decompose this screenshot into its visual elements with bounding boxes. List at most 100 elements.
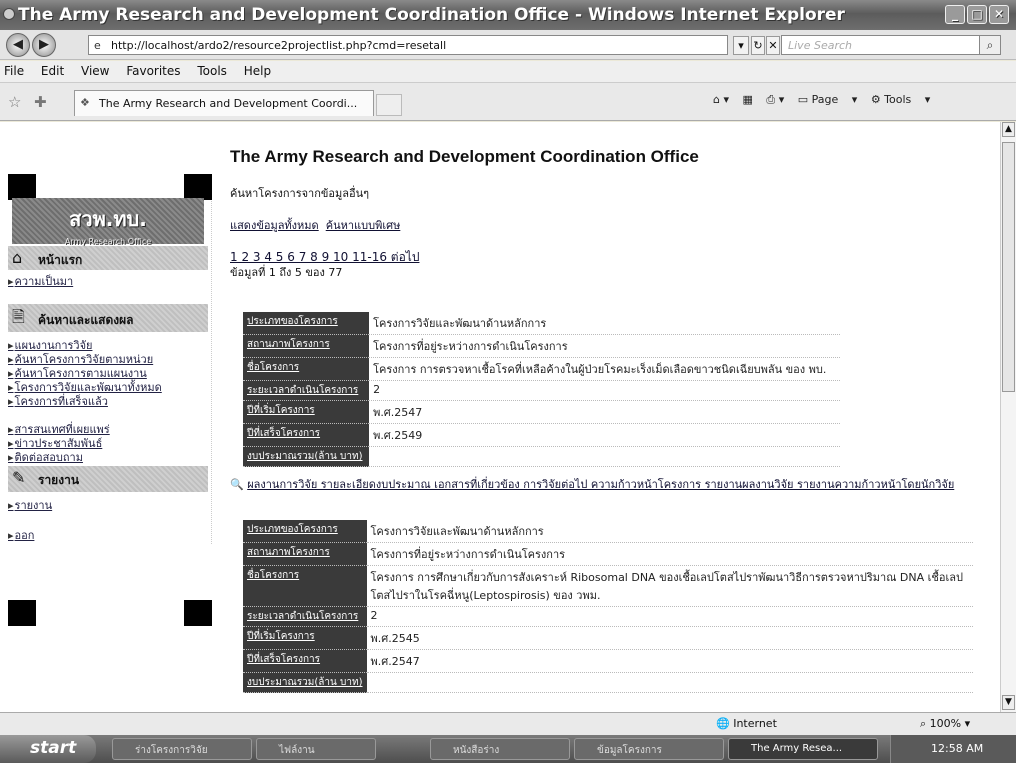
corner-decoration <box>184 174 212 200</box>
sidebar-report-section: ✎ รายงาน <box>8 466 208 492</box>
record-field-value: โครงการวิจัยและพัฒนาด้านหลักการ <box>369 312 840 335</box>
zoom-icon: ⌕ <box>920 717 927 730</box>
record-field-value: พ.ศ.2549 <box>369 423 840 447</box>
menu-bar: File Edit View Favorites Tools Help <box>0 61 1016 83</box>
sidebar-item-history[interactable]: ความเป็นมา <box>8 272 74 290</box>
sidebar-item-completed[interactable]: โครงการที่เสร็จแล้ว <box>8 392 108 410</box>
window-title: The Army Research and Development Coordi… <box>18 5 845 25</box>
menu-tools[interactable]: Tools <box>197 64 227 78</box>
record-field-label[interactable]: ระยะเวลาดำเนินโครงการ <box>243 380 370 401</box>
page-menu[interactable]: ▭ Page ▾ <box>798 93 858 106</box>
taskbar-item[interactable]: หนังสือร่าง <box>430 738 570 760</box>
report-section-icon: ✎ <box>12 468 26 487</box>
address-bar[interactable]: e http://localhost/ardo2/resource2projec… <box>88 35 728 55</box>
sidebar-item-contact[interactable]: ติดต่อสอบถาม <box>8 448 83 466</box>
project-record: ประเภทของโครงการ โครงการวิจัยและพัฒนาด้าน… <box>243 520 973 693</box>
record-field-row: งบประมาณรวม(ล้าน บาท) <box>243 672 973 693</box>
refresh-button[interactable]: ↻ <box>751 36 765 55</box>
record-field-label[interactable]: ระยะเวลาดำเนินโครงการ <box>243 606 367 627</box>
record-field-label[interactable]: ประเภทของโครงการ <box>243 312 370 335</box>
advanced-search-link[interactable]: ค้นหาแบบพิเศษ <box>326 219 401 232</box>
record-field-label[interactable]: ประเภทของโครงการ <box>243 520 367 543</box>
taskbar-item-active[interactable]: The Army Resea... <box>728 738 878 760</box>
taskbar-item[interactable]: ร่างโครงการวิจัย <box>112 738 252 760</box>
search-section-label: ค้นหาและแสดงผล <box>38 313 134 327</box>
record-field-row: สถานภาพโครงการ โครงการที่อยู่ระหว่างการดำ… <box>243 334 840 358</box>
home-icon[interactable]: ⌂ ▾ <box>713 93 729 106</box>
record-field-label[interactable]: ปีที่เสร็จโครงการ <box>243 423 370 447</box>
browser-window: The Army Research and Development Coordi… <box>0 0 1016 763</box>
menu-edit[interactable]: Edit <box>41 64 64 78</box>
zone-label: Internet <box>733 717 777 730</box>
menu-help[interactable]: Help <box>244 64 271 78</box>
tools-menu[interactable]: ⚙ Tools ▾ <box>871 93 931 106</box>
tab-row: ☆ ✚ ❖ The Army Research and Development … <box>0 83 1016 121</box>
taskbar-item[interactable]: ข้อมูลโครงการ <box>574 738 724 760</box>
search-icon[interactable]: ⌕ <box>979 35 1001 55</box>
record-action-links[interactable]: ผลงานการวิจัย รายละเอียดงบประมาณ เอกสารท… <box>247 478 954 491</box>
address-url: http://localhost/ardo2/resource2projectl… <box>111 39 447 52</box>
menu-view[interactable]: View <box>81 64 109 78</box>
system-tray: 12:58 AM <box>890 735 1016 763</box>
record-field-label[interactable]: ชื่อโครงการ <box>243 565 367 607</box>
record-field-row: ปีที่เสร็จโครงการ พ.ศ.2547 <box>243 649 973 673</box>
zoom-level: 100% <box>929 717 962 730</box>
tab-page-icon: ❖ <box>80 96 90 109</box>
record-field-label[interactable]: ชื่อโครงการ <box>243 357 370 381</box>
record-field-label[interactable]: ปีที่เริ่มโครงการ <box>243 626 367 650</box>
close-button[interactable]: ✕ <box>989 5 1009 24</box>
site-logo: สวพ.ทบ. Army Research Office <box>12 198 204 246</box>
corner-decoration <box>184 600 212 626</box>
record-field-value: 2 <box>366 606 973 627</box>
taskbar-item[interactable]: ไฟล์งาน <box>256 738 376 760</box>
page-menu-label: Page <box>811 93 839 106</box>
record-field-row: ระยะเวลาดำเนินโครงการ 2 <box>243 606 973 627</box>
record-field-value: โครงการวิจัยและพัฒนาด้านหลักการ <box>366 520 973 543</box>
record-field-row: สถานภาพโครงการ โครงการที่อยู่ระหว่างการดำ… <box>243 542 973 566</box>
scroll-thumb[interactable] <box>1002 142 1015 392</box>
page-title: The Army Research and Development Coordi… <box>230 147 699 166</box>
new-tab-button[interactable] <box>376 94 402 116</box>
record-field-label[interactable]: ปีที่เสร็จโครงการ <box>243 649 367 673</box>
command-bar: ⌂ ▾ ▦ ⎙ ▾ ▭ Page ▾ ⚙ Tools ▾ <box>713 93 940 107</box>
record-field-label[interactable]: งบประมาณรวม(ล้าน บาท) <box>243 446 370 467</box>
record-field-label[interactable]: งบประมาณรวม(ล้าน บาท) <box>243 672 367 693</box>
menu-file[interactable]: File <box>4 64 24 78</box>
menu-favorites[interactable]: Favorites <box>126 64 180 78</box>
add-favorite-icon[interactable]: ✚ <box>34 93 47 111</box>
page-content: สวพ.ทบ. Army Research Office ⌂ หน้าแรก ค… <box>0 122 1000 712</box>
record-field-value: พ.ศ.2547 <box>369 400 840 424</box>
sidebar-item-report[interactable]: รายงาน <box>8 496 53 514</box>
address-dropdown[interactable]: ▾ <box>733 36 749 55</box>
print-icon[interactable]: ⎙ ▾ <box>766 93 784 106</box>
forward-button[interactable]: ▶ <box>32 33 56 57</box>
stop-button[interactable]: ✕ <box>766 36 780 55</box>
zoom-control[interactable]: ⌕ 100% ▾ <box>920 717 970 731</box>
favorites-star-icon[interactable]: ☆ <box>8 93 21 111</box>
record-actions: 🔍 ผลงานการวิจัย รายละเอียดงบประมาณ เอกสา… <box>230 477 980 493</box>
browser-tab[interactable]: ❖ The Army Research and Development Coor… <box>74 90 374 116</box>
tools-menu-label: Tools <box>884 93 912 106</box>
record-field-value <box>369 446 840 467</box>
maximize-button[interactable]: □ <box>967 5 987 24</box>
search-input[interactable]: Live Search ⌕ <box>781 35 1001 55</box>
minimize-button[interactable]: _ <box>945 5 965 24</box>
scroll-up-arrow[interactable]: ▲ <box>1002 122 1015 137</box>
feeds-icon[interactable]: ▦ <box>743 93 753 106</box>
title-bar: The Army Research and Development Coordi… <box>0 0 1016 30</box>
record-count: ข้อมูลที่ 1 ถึง 5 ของ 77 <box>230 266 343 279</box>
start-button[interactable]: start <box>0 735 96 763</box>
record-field-label[interactable]: สถานภาพโครงการ <box>243 334 370 358</box>
show-all-link[interactable]: แสดงข้อมูลทั้งหมด <box>230 219 319 232</box>
record-field-label[interactable]: สถานภาพโครงการ <box>243 542 367 566</box>
sidebar-search-section: 🗎 ค้นหาและแสดงผล <box>8 304 208 332</box>
scroll-down-arrow[interactable]: ▼ <box>1002 695 1015 710</box>
record-field-row: ปีที่เสร็จโครงการ พ.ศ.2549 <box>243 423 840 447</box>
vertical-scrollbar[interactable]: ▲ ▼ <box>1000 122 1016 712</box>
record-field-label[interactable]: ปีที่เริ่มโครงการ <box>243 400 370 424</box>
sidebar-home[interactable]: ⌂ หน้าแรก <box>8 246 208 270</box>
project-record: ประเภทของโครงการ โครงการวิจัยและพัฒนาด้าน… <box>243 312 840 467</box>
record-field-row: ชื่อโครงการ โครงการ การตรวจหาเชื้อโรคที่เ… <box>243 357 840 381</box>
magnifier-icon: 🔍 <box>230 478 244 491</box>
back-button[interactable]: ◀ <box>6 33 30 57</box>
